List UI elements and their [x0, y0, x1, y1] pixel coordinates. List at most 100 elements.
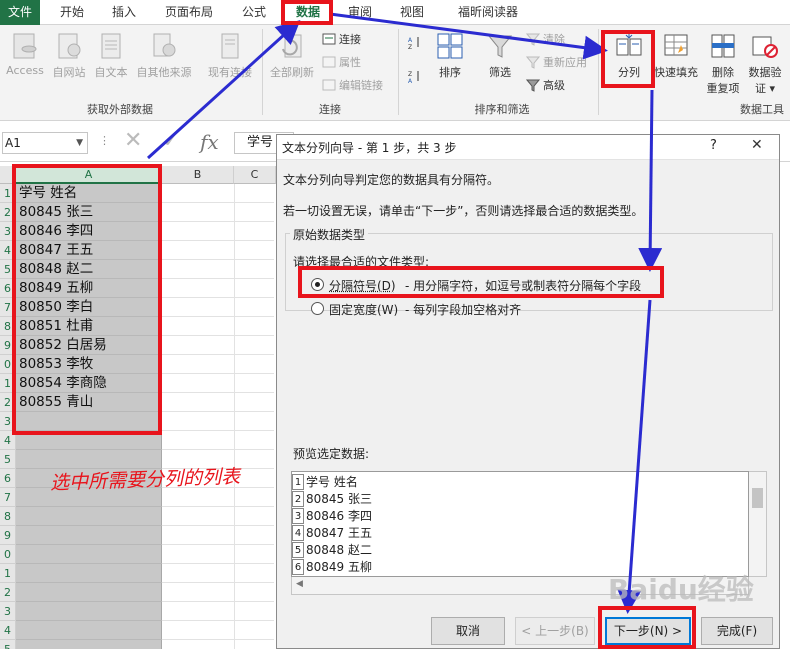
finish-button[interactable]: 完成(F) — [701, 617, 773, 645]
sort-button[interactable]: 排序 — [432, 31, 468, 80]
scrollbar-thumb[interactable] — [752, 488, 763, 508]
dialog-title-bar: 文本分列向导 - 第 1 步，共 3 步 ? ✕ — [277, 135, 779, 160]
gridline — [16, 544, 162, 545]
tab-formulas[interactable]: 公式 — [234, 0, 274, 25]
gridline — [162, 506, 274, 507]
edit-links-button[interactable]: 编辑链接 — [322, 77, 383, 95]
properties-label: 属性 — [339, 56, 361, 69]
gridline — [162, 297, 274, 298]
clear-filter-icon — [526, 33, 540, 46]
gridline — [162, 221, 274, 222]
connections-button[interactable]: 连接 — [322, 31, 361, 49]
from-text-button[interactable]: 自文本 — [90, 31, 132, 80]
remove-duplicates-icon — [711, 34, 735, 58]
flash-fill-button[interactable]: 快速填充 — [652, 31, 700, 80]
sort-descending-icon: ZA — [408, 71, 419, 83]
frame-legend: 原始数据类型 — [290, 226, 369, 243]
highlight-next-button — [598, 606, 696, 649]
chevron-down-icon[interactable]: ▼ — [76, 133, 83, 153]
row-header[interactable]: 5 — [0, 640, 16, 649]
row-header[interactable]: 0 — [0, 545, 16, 564]
from-web-button[interactable]: 自网站 — [48, 31, 90, 80]
tab-review[interactable]: 审阅 — [340, 0, 380, 25]
remove-duplicates-label-2: 重复项 — [706, 82, 740, 95]
from-other-sources-button[interactable]: 自其他来源 — [132, 31, 196, 80]
row-header[interactable]: 4 — [0, 621, 16, 640]
sort-descending-button[interactable]: ZA — [408, 69, 425, 87]
fixed-width-radio[interactable] — [311, 302, 324, 315]
row-header[interactable]: 5 — [0, 450, 16, 469]
tab-page-layout[interactable]: 页面布局 — [158, 0, 220, 25]
reapply-label: 重新应用 — [543, 56, 587, 69]
tab-view[interactable]: 视图 — [392, 0, 432, 25]
confirm-entry-icon[interactable]: ✓ — [162, 128, 180, 153]
from-web-label: 自网站 — [52, 66, 86, 79]
svg-text:A: A — [408, 37, 413, 44]
name-box[interactable]: A1 ▼ — [2, 132, 88, 154]
row-header[interactable]: 6 — [0, 469, 16, 488]
properties-button[interactable]: 属性 — [322, 54, 361, 72]
tab-home[interactable]: 开始 — [52, 0, 92, 25]
highlight-data-tab — [281, 0, 333, 25]
row-header[interactable]: 2 — [0, 583, 16, 602]
group-get-external-data: 获取外部数据 — [87, 103, 153, 116]
connections-label: 连接 — [339, 33, 361, 46]
gridline — [234, 184, 235, 649]
sort-ascending-button[interactable]: AZ — [408, 35, 425, 53]
filter-button[interactable]: 筛选 — [482, 31, 518, 80]
clear-button[interactable]: 清除 — [526, 31, 565, 49]
reapply-button[interactable]: 重新应用 — [526, 54, 587, 72]
group-sort-filter: 排序和筛选 — [474, 103, 530, 116]
help-icon[interactable]: ? — [710, 138, 717, 153]
cancel-entry-icon[interactable]: ✕ — [124, 128, 142, 153]
fixed-width-label[interactable]: 固定宽度(W) — [329, 301, 398, 318]
preview-row-number: 4 — [292, 525, 304, 541]
tab-file[interactable]: 文件 — [0, 0, 40, 25]
remove-duplicates-button[interactable]: 删除 重复项 — [704, 31, 742, 96]
preview-row-text: 80846 李四 — [306, 509, 372, 523]
from-other-sources-label: 自其他来源 — [136, 66, 192, 79]
row-header[interactable]: 3 — [0, 602, 16, 621]
group-connections: 连接 — [319, 103, 341, 116]
column-header-c[interactable]: C — [234, 166, 276, 184]
preview-row-number: 6 — [292, 559, 304, 575]
from-access-label: Access — [6, 64, 44, 77]
gridline — [16, 525, 162, 526]
sort-icon — [437, 33, 463, 59]
column-header-b[interactable]: B — [162, 166, 234, 184]
advanced-button[interactable]: 高级 — [526, 77, 565, 95]
more-options-icon[interactable]: ⋮ — [99, 134, 110, 147]
refresh-icon — [282, 34, 302, 58]
fixed-width-description: - 每列字段加空格对齐 — [405, 303, 522, 317]
refresh-all-button[interactable]: 全部刷新 — [266, 31, 318, 80]
gridline — [162, 240, 274, 241]
from-access-button[interactable]: Access — [4, 31, 46, 77]
existing-connections-button[interactable]: 现有连接 — [204, 31, 256, 80]
preview-row-number: 2 — [292, 491, 304, 507]
flash-fill-label: 快速填充 — [654, 66, 698, 79]
row-header[interactable]: 1 — [0, 564, 16, 583]
data-validation-button[interactable]: 数据验 证 ▾ — [744, 31, 786, 96]
row-header[interactable]: 8 — [0, 507, 16, 526]
other-sources-icon — [153, 33, 176, 57]
preview-vertical-scrollbar[interactable] — [749, 471, 767, 577]
data-validation-icon — [752, 36, 778, 58]
close-icon[interactable]: ✕ — [751, 137, 763, 153]
preview-pane[interactable]: 1 学号 姓名 2 80845 张三 3 80846 李四 4 80847 王五 5 80848 … — [291, 471, 749, 577]
edit-links-icon — [322, 79, 336, 91]
scroll-left-icon[interactable]: ◀ — [296, 579, 303, 589]
back-button[interactable]: < 上一步(B) — [515, 617, 595, 645]
gridline — [162, 354, 274, 355]
cancel-button[interactable]: 取消 — [431, 617, 505, 645]
row-header[interactable]: 7 — [0, 488, 16, 507]
tab-foxit-reader[interactable]: 福昕阅读器 — [448, 0, 528, 25]
flash-fill-icon — [664, 34, 688, 56]
gridline — [162, 202, 274, 203]
gridline — [16, 620, 162, 621]
filter-label: 筛选 — [489, 66, 511, 79]
preview-row-text: 80849 五柳 — [306, 560, 372, 574]
tab-insert[interactable]: 插入 — [104, 0, 144, 25]
row-header[interactable]: 9 — [0, 526, 16, 545]
gridline — [162, 620, 274, 621]
insert-function-icon[interactable]: fx — [200, 130, 219, 154]
